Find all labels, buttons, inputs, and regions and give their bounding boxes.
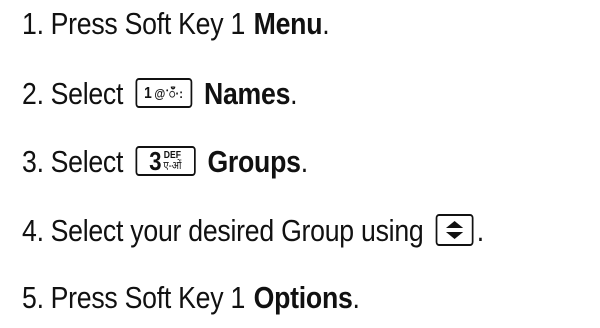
key-digit: 3 xyxy=(149,146,162,176)
step-number: 1. xyxy=(22,6,44,41)
key-3-icon: 3 DEF ए-ओं xyxy=(135,146,196,176)
step-text: Select xyxy=(50,144,124,179)
step-period: . xyxy=(300,144,308,179)
names-label: Names xyxy=(203,76,291,111)
step-3: 3. Select 3 DEF ए-ओं Groups. xyxy=(22,144,308,180)
key-digit: 1 xyxy=(144,84,152,102)
step-number: 2. xyxy=(22,76,44,111)
step-period: . xyxy=(476,213,484,248)
step-number: 5. xyxy=(22,280,44,315)
step-number: 3. xyxy=(22,144,44,179)
key-symbols: @ॱँ·: xyxy=(154,85,183,101)
up-down-navigation-key-icon xyxy=(435,214,474,246)
step-text: Select your desired Group using xyxy=(50,213,424,248)
step-text: Press Soft Key 1 xyxy=(50,280,246,315)
key-1-icon: 1 @ॱँ·: xyxy=(135,78,192,108)
step-5: 5. Press Soft Key 1 Options. xyxy=(22,280,360,316)
step-2: 2. Select 1 @ॱँ·: Names. xyxy=(22,76,298,112)
step-text: Select xyxy=(50,76,124,111)
step-number: 4. xyxy=(22,213,44,248)
step-1: 1. Press Soft Key 1 Menu. xyxy=(22,6,330,42)
step-period: . xyxy=(290,76,298,111)
groups-label: Groups xyxy=(207,144,301,179)
options-label: Options xyxy=(253,280,353,315)
step-text: Press Soft Key 1 xyxy=(50,6,246,41)
step-period: . xyxy=(352,280,360,315)
key-devanagari-letters: ए-ओं xyxy=(163,160,182,172)
step-4: 4. Select your desired Group using . xyxy=(22,213,484,249)
menu-label: Menu xyxy=(253,6,323,41)
instruction-steps: 1. Press Soft Key 1 Menu. 2. Select 1 @ॱ… xyxy=(22,0,592,328)
key-letters: DEF ए-ओं xyxy=(163,150,181,172)
step-period: . xyxy=(322,6,330,41)
